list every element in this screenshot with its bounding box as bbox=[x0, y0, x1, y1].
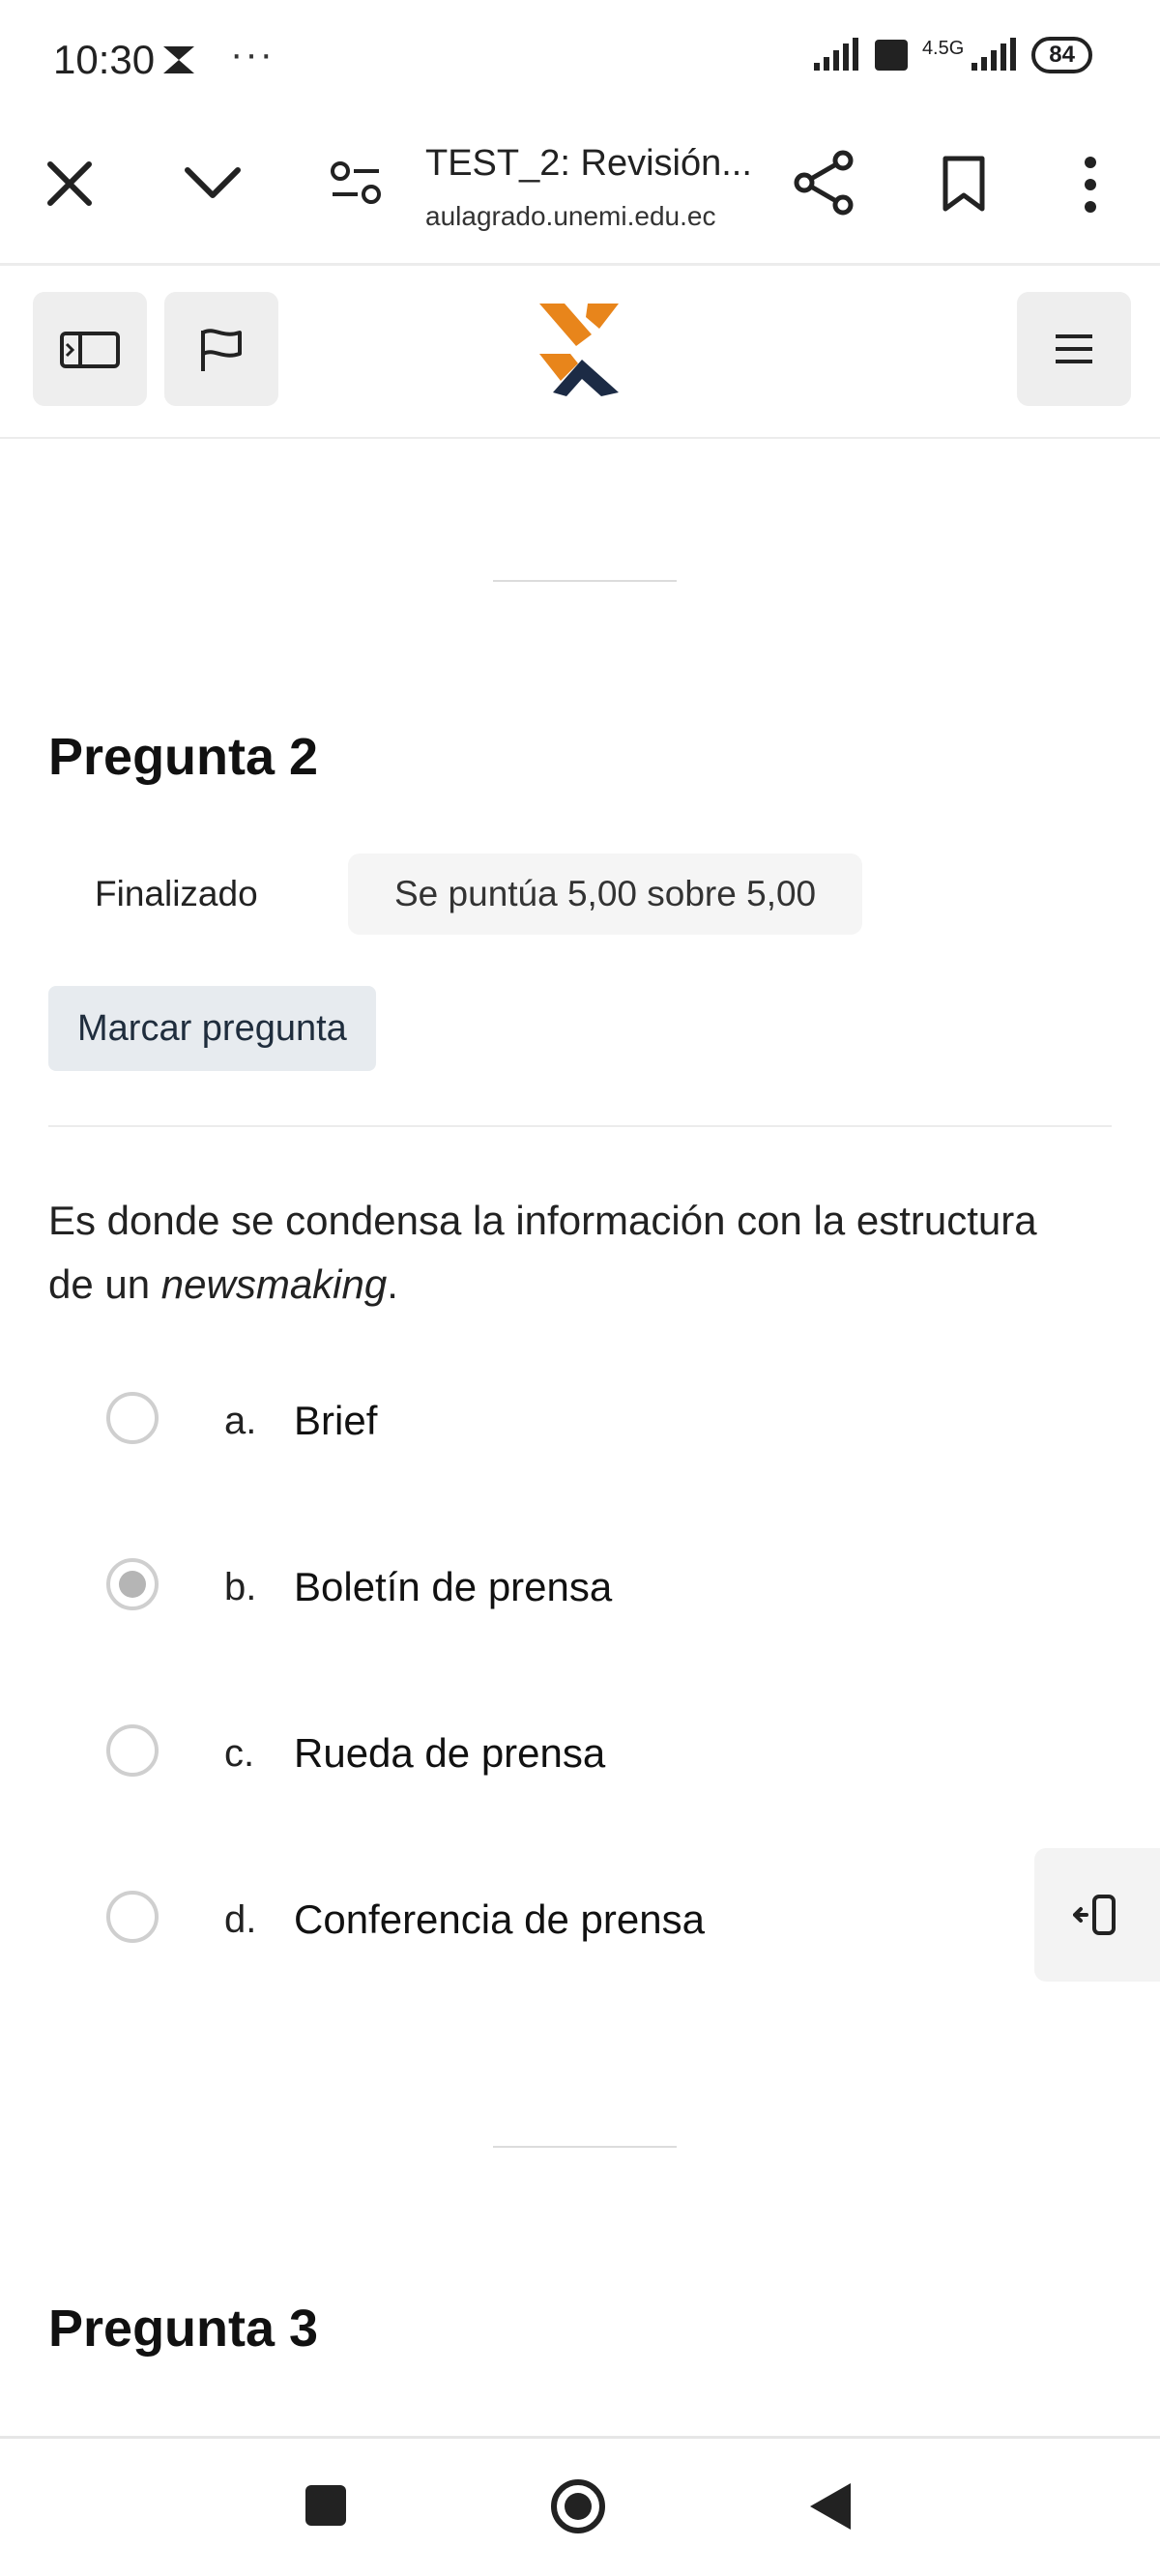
option-letter: c. bbox=[224, 1732, 255, 1775]
option-letter: b. bbox=[224, 1566, 257, 1608]
volte-icon bbox=[874, 40, 908, 71]
radio-option-b-selected[interactable] bbox=[106, 1558, 159, 1610]
answer-option-b[interactable]: b. Boletín de prensa bbox=[106, 1558, 976, 1620]
home-button[interactable] bbox=[549, 2477, 607, 2535]
flag-question-button[interactable]: Marcar pregunta bbox=[48, 986, 376, 1071]
radio-option-a[interactable] bbox=[106, 1392, 159, 1444]
browser-menu-button[interactable] bbox=[1079, 155, 1102, 215]
drawer-toggle-button[interactable] bbox=[33, 292, 147, 406]
minimize-button[interactable] bbox=[182, 162, 244, 205]
question-separator bbox=[493, 580, 677, 582]
sidebar-icon bbox=[60, 332, 120, 368]
page-title: TEST_2: Revisión... bbox=[425, 143, 752, 184]
share-button[interactable] bbox=[793, 149, 856, 217]
recents-button[interactable] bbox=[305, 2485, 346, 2526]
question-title: Pregunta 2 bbox=[48, 728, 319, 786]
battery-indicator: 84 bbox=[1031, 37, 1092, 73]
question-text-end: . bbox=[387, 1261, 398, 1307]
answer-option-a[interactable]: a. Brief bbox=[106, 1392, 976, 1454]
option-letter: d. bbox=[224, 1898, 257, 1941]
site-settings-button[interactable] bbox=[329, 160, 383, 207]
signal-icon bbox=[813, 38, 858, 71]
radio-option-c[interactable] bbox=[106, 1724, 159, 1777]
menu-icon bbox=[1056, 334, 1092, 363]
share-icon bbox=[794, 150, 854, 216]
option-label: Rueda de prensa bbox=[294, 1730, 606, 1776]
bookmark-icon bbox=[942, 156, 985, 212]
answer-option-c[interactable]: c. Rueda de prensa bbox=[106, 1724, 976, 1786]
option-label: Conferencia de prensa bbox=[294, 1896, 705, 1942]
question-text: Es donde se condensa la información con … bbox=[48, 1189, 1073, 1317]
question-info-divider bbox=[48, 1125, 1112, 1127]
question-grade: Se puntúa 5,00 sobre 5,00 bbox=[348, 854, 863, 935]
question-separator bbox=[493, 2146, 677, 2148]
more-vert-icon bbox=[1085, 157, 1096, 213]
back-button[interactable] bbox=[808, 2481, 853, 2532]
close-tab-button[interactable] bbox=[41, 155, 99, 213]
app-bar-divider bbox=[0, 437, 1160, 439]
bookmark-button[interactable] bbox=[942, 155, 986, 213]
question-state: Finalizado bbox=[95, 874, 258, 913]
network-type: 4.5G bbox=[921, 37, 965, 59]
option-letter: a. bbox=[224, 1400, 257, 1442]
signal-icon-2 bbox=[972, 38, 1017, 71]
chevron-down-icon bbox=[185, 167, 241, 198]
unemi-logo bbox=[539, 304, 619, 396]
radio-option-d[interactable] bbox=[106, 1891, 159, 1943]
tune-icon bbox=[331, 161, 381, 204]
notification-icon bbox=[163, 46, 194, 73]
more-notifications-indicator: ··· bbox=[230, 33, 275, 75]
browser-bar-divider bbox=[0, 263, 1160, 266]
status-time: 10:30 bbox=[53, 37, 156, 82]
option-label: Boletín de prensa bbox=[294, 1564, 613, 1609]
drawer-open-icon bbox=[1073, 1895, 1116, 1935]
open-block-drawer-button[interactable] bbox=[1034, 1848, 1160, 1982]
question-text-emphasis: newsmaking bbox=[160, 1261, 388, 1307]
hamburger-menu-button[interactable] bbox=[1017, 292, 1131, 406]
system-navigation-bar bbox=[0, 2436, 1160, 2576]
close-icon bbox=[47, 161, 92, 206]
next-question-title: Pregunta 3 bbox=[48, 2300, 319, 2358]
status-indicators: 4.5G 84 bbox=[812, 37, 1092, 73]
flag-nav-button[interactable] bbox=[164, 292, 278, 406]
page-url[interactable]: aulagrado.unemi.edu.ec bbox=[425, 201, 715, 232]
answer-option-d[interactable]: d. Conferencia de prensa bbox=[106, 1891, 976, 1953]
option-label: Brief bbox=[294, 1398, 378, 1443]
flag-icon bbox=[201, 329, 242, 371]
